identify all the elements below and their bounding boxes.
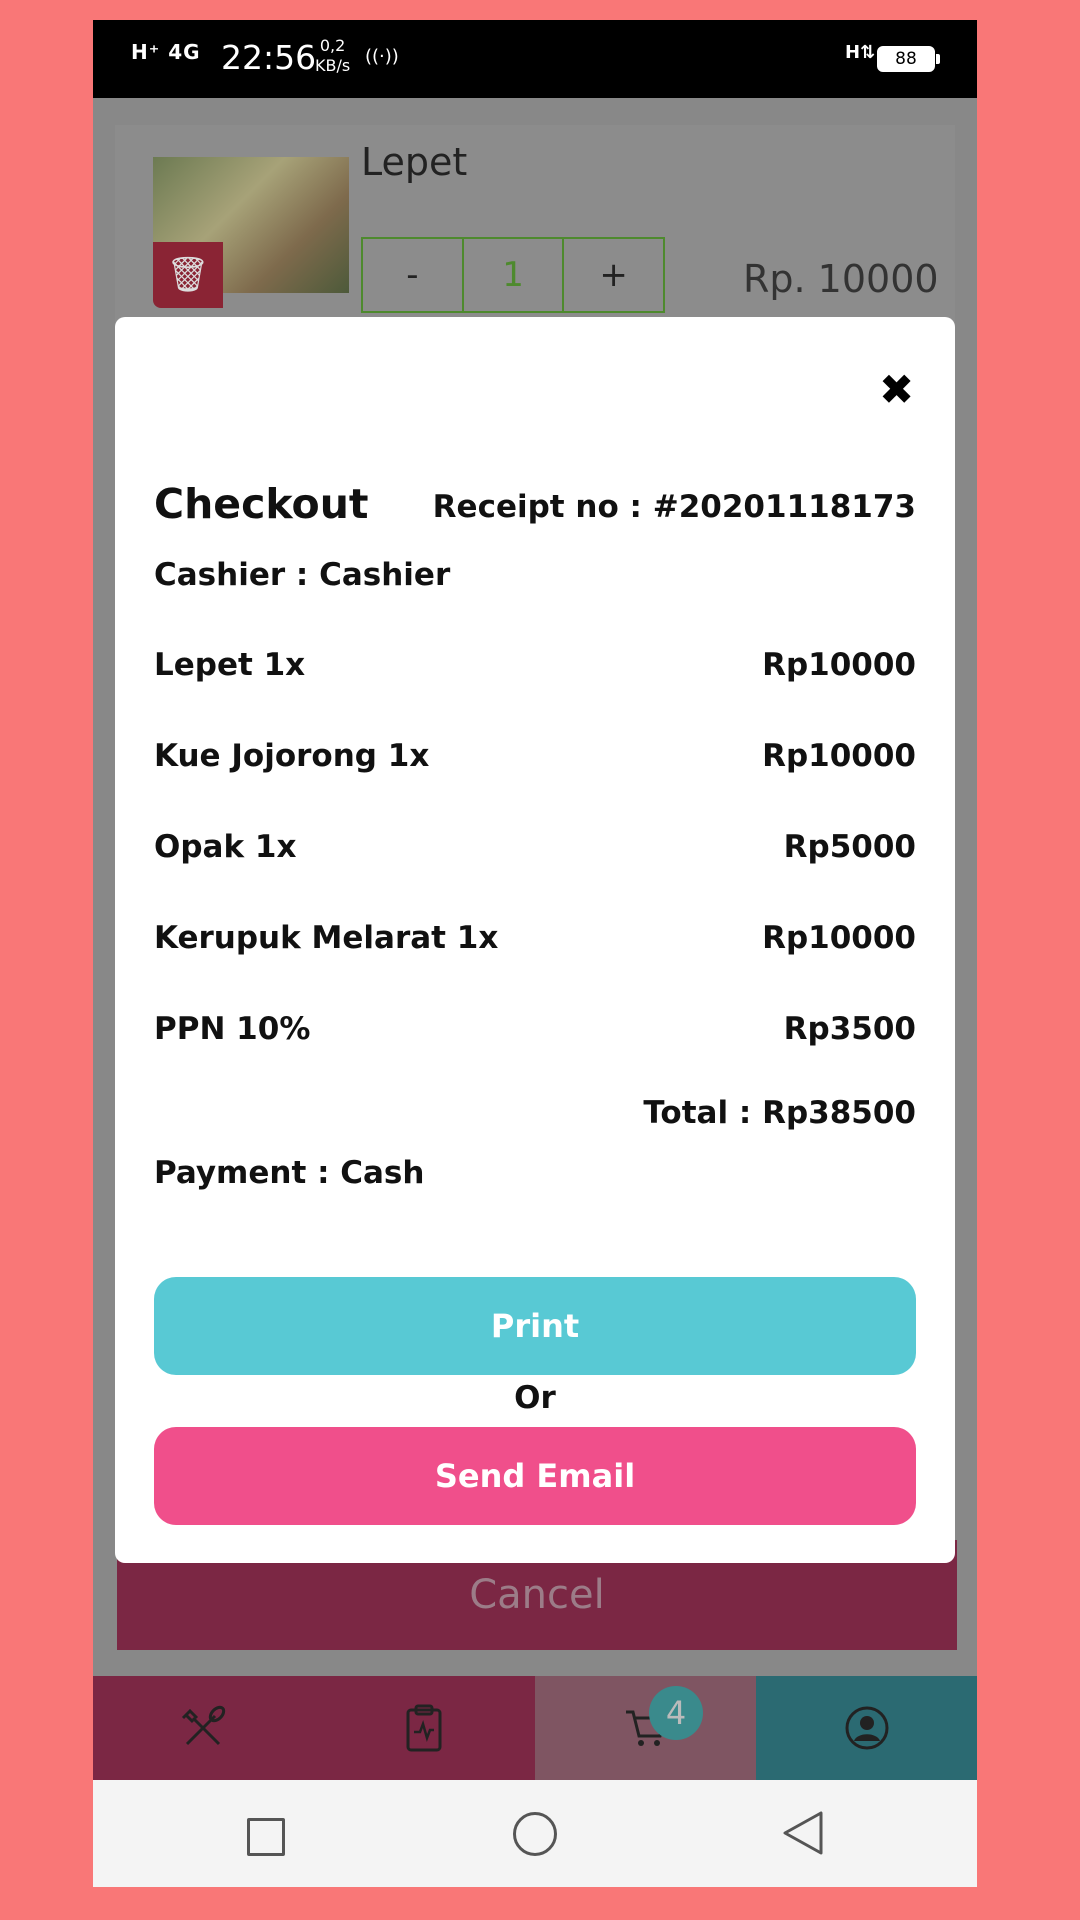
delete-item-button[interactable]: 🗑	[153, 242, 223, 308]
line-item-name: Lepet 1x	[154, 647, 306, 683]
modal-title: Checkout	[154, 480, 369, 528]
network-speed-value: 0,2	[319, 36, 346, 55]
nav-report[interactable]	[313, 1676, 535, 1780]
line-item-price: Rp10000	[762, 920, 916, 956]
increment-button[interactable]: +	[564, 239, 663, 311]
system-navigation-bar	[93, 1780, 977, 1887]
mobile-data-icon: H⇅	[845, 42, 876, 63]
line-item: Kue Jojorong 1x Rp10000	[154, 738, 916, 774]
nav-menu[interactable]	[93, 1676, 313, 1780]
or-separator: Or	[514, 1380, 556, 1416]
print-button[interactable]: Print	[154, 1277, 916, 1375]
line-item-name: Opak 1x	[154, 829, 297, 865]
line-item: Opak 1x Rp5000	[154, 829, 916, 865]
checkout-modal: ✖ Checkout Receipt no : #20201118173 Cas…	[115, 317, 955, 1563]
line-item-name: Kue Jojorong 1x	[154, 738, 430, 774]
recent-apps-icon[interactable]	[247, 1818, 285, 1856]
back-icon[interactable]	[781, 1810, 825, 1856]
network-speed-unit: KB/s	[315, 56, 351, 75]
signal-indicator: H⁺ 4G	[131, 40, 201, 64]
cart-count-badge: 4	[649, 1686, 703, 1740]
receipt-number: Receipt no : #20201118173	[432, 489, 916, 525]
total-amount: Total : Rp38500	[643, 1095, 916, 1131]
utensils-icon	[181, 1705, 226, 1746]
clock: 22:56	[221, 38, 317, 77]
bottom-navigation: 4	[93, 1676, 977, 1780]
quantity-stepper: - 1 +	[361, 237, 665, 313]
line-item-price: Rp10000	[762, 647, 916, 683]
tax-label: PPN 10%	[154, 1011, 311, 1047]
line-item-name: Kerupuk Melarat 1x	[154, 920, 499, 956]
clipboard-icon	[406, 1704, 442, 1752]
close-icon[interactable]: ✖	[879, 365, 914, 414]
home-icon[interactable]	[513, 1812, 557, 1856]
payment-method: Payment : Cash	[154, 1155, 425, 1191]
tax-row: PPN 10% Rp3500	[154, 1011, 916, 1047]
product-name: Lepet	[361, 140, 468, 184]
line-item-price: Rp10000	[762, 738, 916, 774]
product-price: Rp. 10000	[743, 257, 939, 301]
status-bar: H⁺ 4G 22:56 0,2 KB/s ((·)) H⇅ 88	[93, 20, 977, 98]
nav-cart[interactable]: 4	[535, 1676, 756, 1780]
hotspot-icon: ((·))	[365, 46, 399, 67]
network-speed: 0,2 KB/s	[315, 36, 350, 76]
cashier-label: Cashier : Cashier	[154, 557, 451, 593]
line-item-price: Rp5000	[783, 829, 916, 865]
user-circle-icon	[845, 1706, 888, 1750]
trash-icon: 🗑	[166, 255, 210, 295]
quantity-value: 1	[464, 239, 565, 311]
line-item: Kerupuk Melarat 1x Rp10000	[154, 920, 916, 956]
tax-amount: Rp3500	[783, 1011, 916, 1047]
line-item: Lepet 1x Rp10000	[154, 647, 916, 683]
nav-profile[interactable]	[756, 1676, 977, 1780]
decrement-button[interactable]: -	[363, 239, 464, 311]
send-email-button[interactable]: Send Email	[154, 1427, 916, 1525]
battery-icon: 88	[877, 46, 940, 72]
